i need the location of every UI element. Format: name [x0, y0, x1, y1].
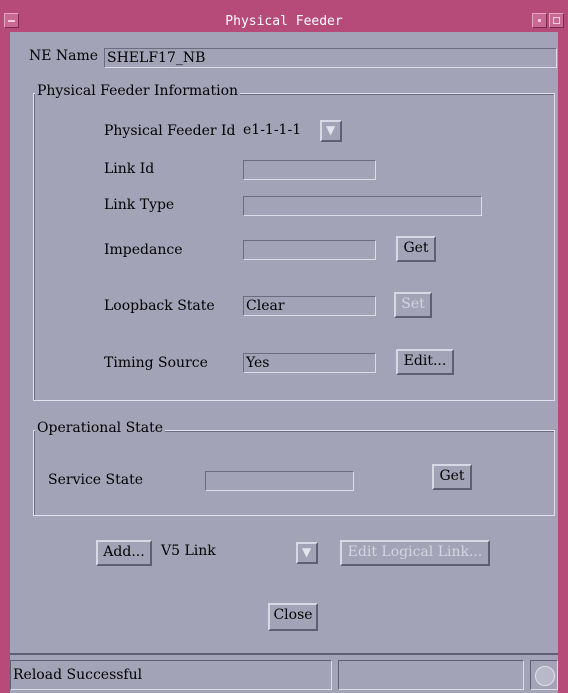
- chevron-down-icon: ▼: [326, 123, 336, 137]
- loopback-state-label: Loopback State: [104, 298, 215, 314]
- add-button[interactable]: Add...: [96, 540, 152, 566]
- status-secondary: [338, 660, 524, 690]
- service-state-label: Service State: [48, 472, 144, 488]
- loopback-set-button[interactable]: Set: [394, 292, 432, 318]
- timing-edit-button[interactable]: Edit...: [396, 349, 454, 375]
- timing-source-field: Yes: [243, 353, 376, 373]
- ne-name-field: SHELF17_NB: [104, 48, 557, 68]
- timing-source-label: Timing Source: [104, 355, 208, 371]
- feeder-id-dropdown-button[interactable]: ▼: [320, 120, 342, 142]
- impedance-label: Impedance: [104, 242, 183, 258]
- ne-name-label: NE Name: [29, 48, 99, 64]
- window-title: Physical Feeder: [225, 14, 343, 29]
- link-select-dropdown-button[interactable]: ▼: [296, 542, 318, 564]
- status-separator: [10, 653, 558, 655]
- service-state-field: [205, 471, 354, 491]
- operational-state-legend: Operational State: [35, 420, 166, 436]
- impedance-get-button[interactable]: Get: [396, 236, 436, 262]
- window-menu-button[interactable]: [4, 13, 19, 28]
- maximize-button[interactable]: [549, 13, 564, 28]
- busy-indicator-icon: [535, 666, 555, 686]
- physical-feeder-info-legend: Physical Feeder Information: [35, 83, 241, 99]
- impedance-field: [243, 240, 376, 260]
- maximize-icon: [553, 17, 560, 24]
- status-message: Reload Successful: [10, 660, 332, 690]
- link-type-label: Link Type: [104, 197, 175, 213]
- close-button[interactable]: Close: [268, 603, 318, 631]
- edit-logical-link-button[interactable]: Edit Logical Link...: [340, 540, 490, 566]
- loopback-state-field: Clear: [243, 296, 376, 316]
- feeder-id-label: Physical Feeder Id: [104, 123, 236, 139]
- minimize-button[interactable]: [532, 13, 547, 28]
- link-select[interactable]: V5 Link: [159, 542, 297, 562]
- minimize-icon: [538, 19, 541, 22]
- link-id-field: [243, 160, 376, 180]
- service-state-get-button[interactable]: Get: [432, 464, 472, 490]
- chevron-down-icon: ▼: [302, 545, 312, 559]
- window-frame-left: [0, 0, 10, 693]
- feeder-id-select[interactable]: e1-1-1-1: [241, 121, 321, 141]
- window-frame-right: [558, 0, 568, 693]
- menu-icon: [8, 20, 15, 22]
- status-indicator: [530, 660, 558, 690]
- link-type-field: [243, 196, 482, 216]
- link-id-label: Link Id: [104, 161, 155, 177]
